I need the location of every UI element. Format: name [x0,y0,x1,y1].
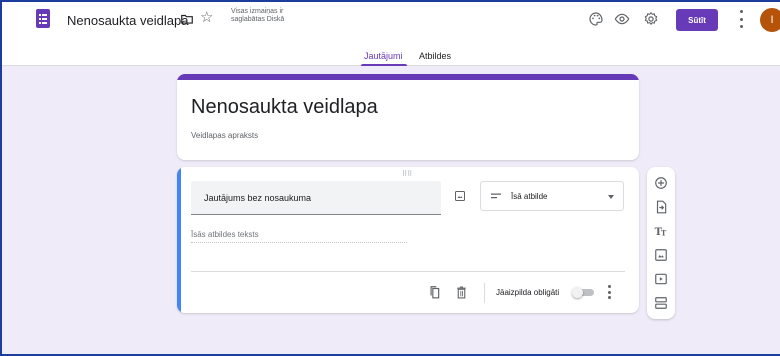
document-title[interactable]: Nenosaukta veidlapa [67,13,188,28]
delete-icon[interactable] [456,286,467,299]
more-vert-icon[interactable] [739,10,743,28]
form-description-field[interactable]: Veidlapas apraksts [191,131,258,140]
form-title[interactable]: Nenosaukta veidlapa [191,96,378,119]
question-type-dropdown[interactable]: Īsā atbilde [480,181,624,211]
app-header: Nenosaukta veidlapa ☆ Visas izmaiņas ir … [0,0,780,67]
folder-icon[interactable] [180,12,194,26]
send-button[interactable]: Sūtīt [676,9,718,31]
floating-toolbar: T T [647,167,675,319]
forms-logo-icon[interactable] [36,9,50,28]
question-card[interactable]: ⠿⠿ Jautājums bez nosaukuma Īsā atbilde Ī… [177,167,639,313]
import-questions-icon[interactable] [654,200,668,214]
footer-separator [484,283,485,303]
add-image-icon[interactable] [654,248,668,262]
gear-icon[interactable] [643,11,659,27]
question-focus-indicator [177,167,181,313]
answer-placeholder: Īsās atbildes teksts [191,230,259,239]
star-icon[interactable]: ☆ [200,10,213,26]
question-title-input[interactable]: Jautājums bez nosaukuma [191,181,441,215]
add-question-icon[interactable] [654,176,668,190]
question-title: Jautājums bez nosaukuma [204,193,312,203]
card-footer-divider [191,271,625,272]
tab-responses[interactable]: Atbildes [419,51,451,61]
palette-icon[interactable] [588,11,604,27]
tab-questions[interactable]: Jautājumi [364,51,403,61]
add-title-icon[interactable]: T T [654,224,668,238]
duplicate-icon[interactable] [428,285,440,299]
question-more-icon[interactable] [607,285,611,299]
title-card-accent [177,74,639,80]
account-avatar[interactable]: I [760,8,780,32]
answer-underline [191,242,407,243]
save-status: Visas izmaiņas ir saglabātas Diskā [231,8,285,23]
short-answer-icon [491,193,501,199]
add-image-icon[interactable] [454,190,466,202]
question-type-label: Īsā atbilde [511,192,548,201]
eye-icon[interactable] [614,11,630,27]
drag-handle-icon[interactable]: ⠿⠿ [402,170,412,178]
svg-text:T: T [661,229,667,238]
add-section-icon[interactable] [654,296,668,310]
form-tabs: Jautājumi Atbildes [0,45,780,67]
required-label: Jāaizpilda obligāti [496,288,560,297]
required-toggle[interactable] [572,287,596,298]
chevron-down-icon [608,195,614,199]
form-title-card[interactable]: Nenosaukta veidlapa Veidlapas apraksts [177,74,639,160]
add-video-icon[interactable] [654,272,668,286]
